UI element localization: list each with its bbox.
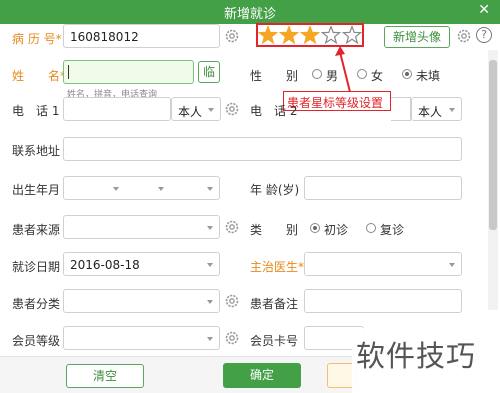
record-no-label: 病 历 号* [12,32,62,46]
gender-label: 性 别 [250,69,299,83]
chevron-down-icon [113,187,119,191]
patient-note-input[interactable] [304,289,462,313]
category-first-label: 初诊 [324,223,349,237]
patient-note-label: 患者备注 [250,297,299,311]
chevron-down-icon [449,263,455,267]
category-label: 类 别 [250,223,299,237]
chevron-down-icon [158,187,164,191]
phone2-relation-value: 本人 [418,105,443,119]
name-input[interactable] [63,60,194,84]
address-label: 联系地址 [12,144,61,158]
category-return-radio[interactable] [366,223,376,233]
star-filled-icon[interactable] [278,26,300,44]
star-filled-icon[interactable] [299,26,321,44]
phone1-input[interactable] [63,97,171,121]
chevron-down-icon [449,108,455,112]
star-empty-icon[interactable] [341,26,362,44]
member-level-label: 会员等级 [12,334,61,348]
birth-select[interactable] [63,176,220,200]
chevron-down-icon [208,108,214,112]
gender-male-radio[interactable] [312,69,322,79]
birth-label: 出生年月 [12,183,61,197]
doctor-label: 主治医生* [250,260,305,274]
gear-icon[interactable] [224,330,240,346]
gear-icon[interactable] [224,28,240,44]
visit-date-value: 2016-08-18 [70,258,140,272]
confirm-button[interactable]: 确定 [223,363,301,388]
temp-button[interactable]: 临 [198,61,220,83]
record-no-input[interactable]: 160818012 [63,24,220,48]
gender-unfilled-label: 未填 [416,69,441,83]
phone2-label: 电 话 2 [250,104,298,118]
source-select[interactable] [63,215,220,239]
chevron-down-icon [207,337,213,341]
chevron-down-icon [207,187,213,191]
phone1-relation-value: 本人 [178,105,203,119]
visit-date-select[interactable]: 2016-08-18 [63,252,220,276]
gender-female-radio[interactable] [357,69,367,79]
member-level-select[interactable] [63,326,220,350]
scrollbar-thumb[interactable] [489,60,497,230]
star-filled-icon[interactable] [258,26,279,44]
name-label: 姓 名* [12,69,67,83]
add-avatar-button[interactable]: 新增头像 [384,26,450,48]
age-input[interactable] [304,176,462,200]
clear-button[interactable]: 清空 [66,364,144,388]
phone1-relation-select[interactable]: 本人 [171,97,221,121]
gender-unfilled-radio[interactable] [402,69,412,79]
chevron-down-icon [207,300,213,304]
dialog-title: 新增就诊 [223,7,276,22]
gear-icon[interactable] [224,293,240,309]
gender-female-label: 女 [371,69,384,83]
doctor-select[interactable] [304,252,462,276]
close-icon[interactable]: ✕ [478,2,490,18]
gear-icon[interactable] [456,28,472,44]
address-input[interactable] [63,137,462,161]
annotation-text: 患者星标等级设置 [287,96,384,110]
chevron-down-icon [207,226,213,230]
annotation-box: 患者星标等级设置 [283,91,391,111]
visit-date-label: 就诊日期 [12,260,61,274]
member-card-label: 会员卡号 [250,334,299,348]
age-label: 年 龄(岁) [250,183,300,197]
source-label: 患者来源 [12,223,61,237]
phone2-relation-select[interactable]: 本人 [411,97,462,121]
text-cursor [68,65,69,79]
phone1-label: 电 话 1 [12,104,60,118]
gear-icon[interactable] [224,101,240,117]
category-first-radio[interactable] [310,223,320,233]
phone2-input[interactable] [391,97,411,121]
gear-icon[interactable] [224,219,240,235]
dialog-window: 新增就诊 ✕ 病 历 号* 160818012 患者星标等级设置 新增头像 ? … [0,0,500,393]
patient-class-label: 患者分类 [12,297,61,311]
gender-male-label: 男 [326,69,339,83]
chevron-down-icon [207,263,213,267]
patient-class-select[interactable] [63,289,220,313]
star-rating[interactable] [258,26,362,44]
star-empty-icon[interactable] [320,26,342,44]
record-no-value: 160818012 [70,30,139,44]
help-icon[interactable]: ? [476,27,492,43]
category-return-label: 复诊 [380,223,405,237]
watermark-text: 软件技巧 [356,339,477,373]
